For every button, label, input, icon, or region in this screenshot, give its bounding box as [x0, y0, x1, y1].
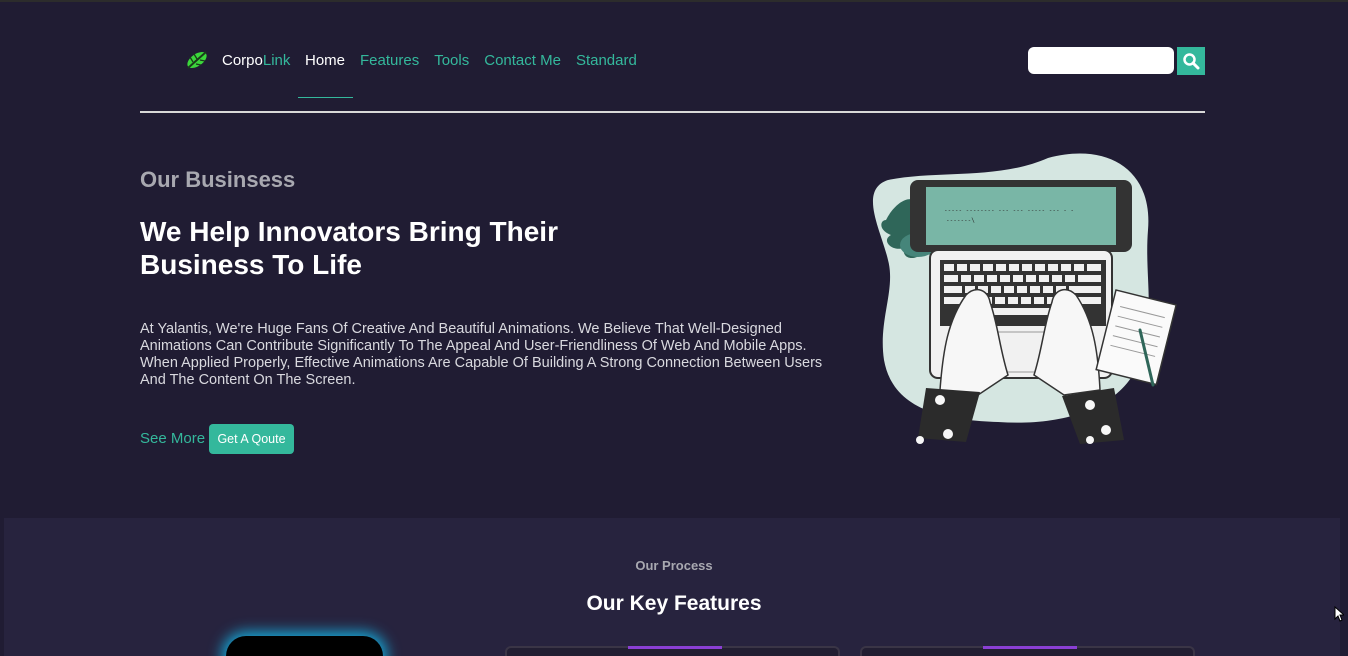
brand-part-1: Corpo	[222, 52, 263, 69]
feature-card-accent	[983, 646, 1077, 649]
feature-card-accent	[628, 646, 722, 649]
search-button[interactable]	[1177, 47, 1205, 75]
see-more-link[interactable]: See More	[140, 430, 205, 447]
get-a-quote-button[interactable]: Get A Qoute	[209, 424, 294, 454]
hero-headline: We Help Innovators Bring Their Business …	[140, 216, 558, 280]
feature-card-1[interactable]	[505, 646, 840, 656]
brand-name[interactable]: CorpoLink	[222, 52, 290, 69]
active-nav-indicator	[298, 97, 353, 98]
glow-card[interactable]	[226, 636, 383, 656]
mouse-cursor-icon	[1334, 606, 1344, 622]
header-divider	[140, 111, 1205, 113]
hero-description: At Yalantis, We're Huge Fans Of Creative…	[140, 321, 823, 388]
search-input[interactable]	[1028, 47, 1174, 74]
main-menu: Home Features Tools Contact Me Standard	[305, 52, 637, 69]
search-icon	[1183, 53, 1200, 70]
navbar: CorpoLink Home Features Tools Contact Me…	[140, 42, 1205, 98]
svg-text:-------\: -------\	[946, 217, 975, 224]
brand-part-2: Link	[262, 52, 291, 69]
hero-eyebrow: Our Businsess	[140, 167, 296, 192]
laptop-illustration: ----- -------- --- --- ----- --- - - ---…	[872, 153, 1178, 444]
feature-card-2[interactable]	[860, 646, 1195, 656]
nav-home[interactable]: Home	[305, 52, 345, 69]
svg-text:----- -------- --- --- -----: ----- -------- --- --- ----- --- - -	[944, 207, 1074, 214]
process-eyebrow: Our Process	[635, 558, 713, 573]
nav-standard[interactable]: Standard	[576, 52, 637, 69]
top-border	[0, 0, 1348, 2]
key-features-title: Our Key Features	[586, 592, 762, 615]
process-section	[4, 518, 1340, 656]
nav-contact-me[interactable]: Contact Me	[484, 52, 561, 69]
leaf-logo-icon[interactable]	[184, 48, 210, 72]
nav-features[interactable]: Features	[360, 52, 419, 69]
nav-tools[interactable]: Tools	[434, 52, 469, 69]
